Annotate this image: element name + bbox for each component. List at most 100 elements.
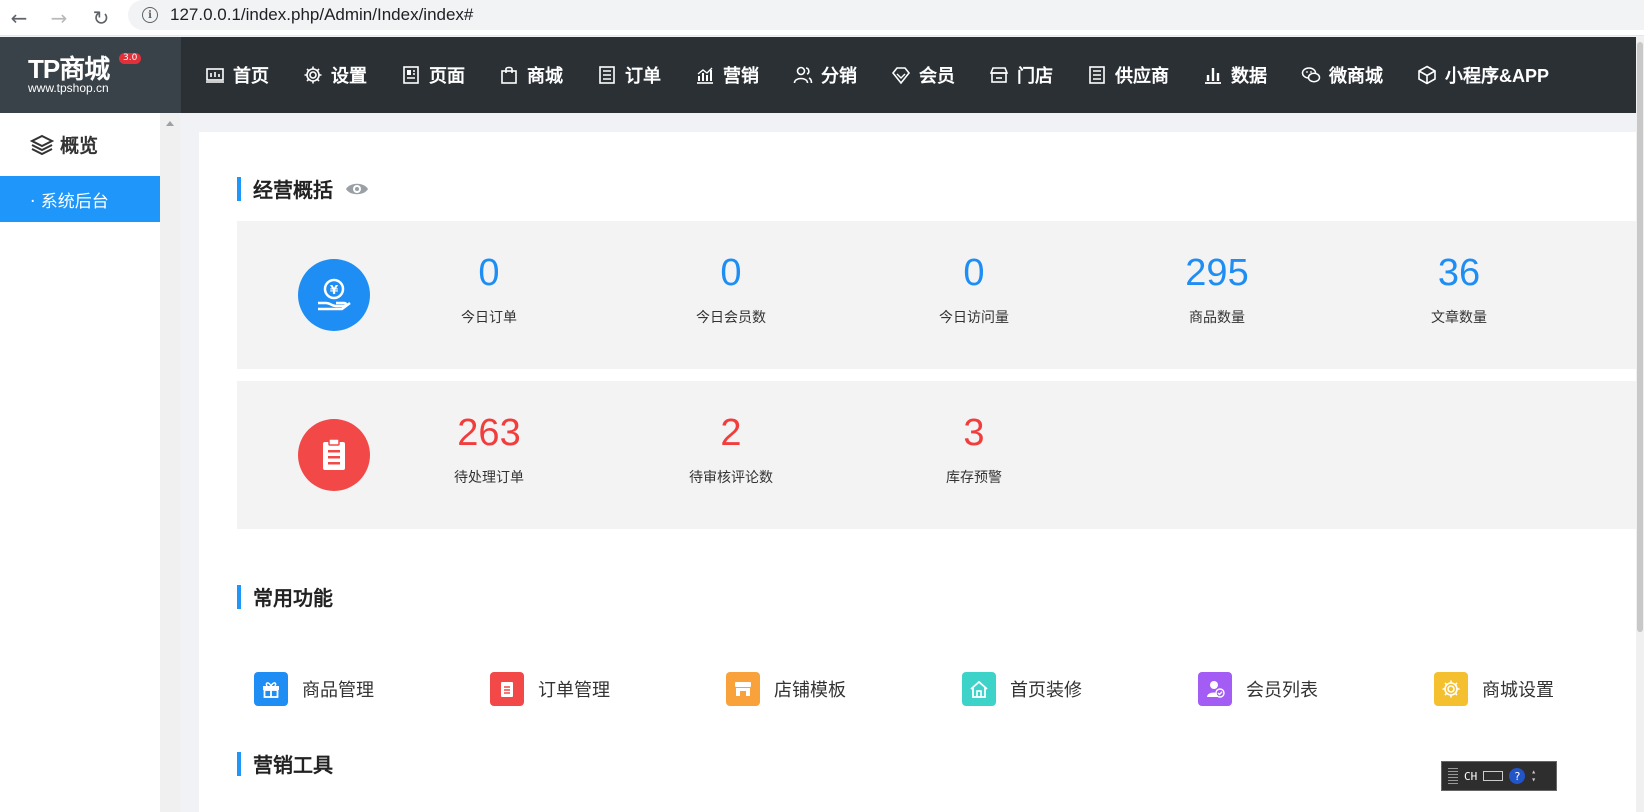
nav-item-label: 会员	[919, 66, 955, 86]
nav-item-8[interactable]: 门店	[989, 62, 1053, 88]
quick-item-5[interactable]: 商城设置	[1434, 672, 1554, 706]
nav-item-10[interactable]: 数据	[1203, 62, 1267, 88]
nav-item-label: 小程序&APP	[1445, 66, 1550, 86]
title-accent-bar	[237, 176, 241, 201]
scrollbar-thumb[interactable]	[1637, 42, 1643, 632]
reload-icon[interactable]: ↻	[86, 3, 116, 33]
quick-item-4[interactable]: 会员列表	[1198, 672, 1318, 706]
quick-functions: 商品管理 订单管理 店铺模板 首页装修 会员列表 商城设置	[254, 672, 1634, 712]
bar-chart-icon	[1203, 65, 1223, 85]
overview-title-text: 经营概括	[253, 178, 333, 202]
stat-row1-3[interactable]: 295 商品数量	[1137, 251, 1297, 327]
svg-text:¥: ¥	[330, 283, 339, 297]
title-accent-bar	[237, 751, 241, 776]
quick-item-0[interactable]: 商品管理	[254, 672, 374, 706]
list-icon	[1087, 65, 1107, 85]
page-scrollbar[interactable]	[1636, 37, 1644, 812]
quick-item-label: 商城设置	[1482, 680, 1554, 701]
stat-value: 0	[963, 252, 985, 294]
main-content: 经营概括 ¥ 0 今日订单 0 今日会员数 0 今日访问量 295 商品数量 36 文章数量 26…	[199, 132, 1636, 812]
keyboard-icon[interactable]	[1483, 771, 1504, 781]
shop-icon	[726, 672, 760, 706]
stat-label: 库存预警	[946, 470, 1002, 486]
sidebar-item-system[interactable]: · 系统后台	[0, 176, 160, 222]
stat-value: 2	[720, 412, 742, 454]
stat-label: 今日订单	[461, 310, 517, 326]
stat-row2-1[interactable]: 2 待审核评论数	[651, 411, 811, 487]
ime-language[interactable]: CH	[1464, 770, 1477, 783]
browser-toolbar: ← → ↻ i 127.0.0.1/index.php/Admin/Index/…	[0, 0, 1644, 36]
ime-toolbar[interactable]: CH ? ▴ ▾	[1441, 761, 1557, 791]
back-icon[interactable]: ←	[4, 3, 34, 33]
nav-item-label: 数据	[1231, 66, 1267, 86]
diamond-icon	[891, 65, 911, 85]
bag-icon	[499, 65, 519, 85]
nav-item-12[interactable]: 小程序&APP	[1417, 62, 1549, 88]
stat-row2-2[interactable]: 3 库存预警	[894, 411, 1054, 487]
address-bar[interactable]: i 127.0.0.1/index.php/Admin/Index/index#	[128, 0, 1644, 30]
version-badge: 3.0	[119, 53, 142, 64]
options-arrows-icon[interactable]: ▴ ▾	[1531, 768, 1536, 784]
stat-row2-0[interactable]: 263 待处理订单	[409, 411, 569, 487]
cube-icon	[1417, 65, 1437, 85]
quick-item-label: 订单管理	[538, 680, 610, 701]
stat-value: 0	[478, 252, 500, 294]
clipboard-icon	[490, 672, 524, 706]
gift-icon	[254, 672, 288, 706]
scroll-up-icon[interactable]	[166, 121, 174, 126]
eye-icon[interactable]	[345, 177, 369, 201]
nav-item-7[interactable]: 会员	[891, 62, 955, 88]
logo-domain: www.tpshop.cn	[28, 81, 109, 95]
nav-item-5[interactable]: 营销	[695, 62, 759, 88]
grip-icon[interactable]	[1448, 768, 1458, 784]
stat-label: 文章数量	[1431, 310, 1487, 326]
user-check-icon	[1198, 672, 1232, 706]
forward-icon[interactable]: →	[44, 3, 74, 33]
title-accent-bar	[237, 584, 241, 609]
nav-item-3[interactable]: 商城	[499, 62, 563, 88]
stat-label: 今日访问量	[939, 310, 1009, 326]
sidebar-scrollbar[interactable]	[160, 113, 180, 812]
quick-item-label: 会员列表	[1246, 680, 1318, 701]
app-header: TP商城 3.0 www.tpshop.cn 首页 设置 页面 商城 订单 营销 分销 会员 门…	[0, 37, 1636, 113]
wechat-icon	[1301, 65, 1321, 85]
stat-row1-4[interactable]: 36 文章数量	[1379, 251, 1539, 327]
chart-icon	[695, 65, 715, 85]
nav-item-9[interactable]: 供应商	[1087, 62, 1169, 88]
quick-item-1[interactable]: 订单管理	[490, 672, 610, 706]
sidebar-title-label: 概览	[60, 135, 99, 157]
help-icon[interactable]: ?	[1509, 768, 1526, 784]
sidebar: 概览 · 系统后台	[0, 113, 160, 812]
money-hand-icon: ¥	[298, 259, 370, 331]
nav-item-0[interactable]: 首页	[205, 62, 269, 88]
users-icon	[793, 65, 813, 85]
logo[interactable]: TP商城 3.0 www.tpshop.cn	[0, 37, 181, 113]
stat-row1-0[interactable]: 0 今日订单	[409, 251, 569, 327]
list-icon	[597, 65, 617, 85]
quick-item-label: 商品管理	[302, 680, 374, 701]
nav-item-6[interactable]: 分销	[793, 62, 857, 88]
stat-value: 36	[1437, 252, 1481, 294]
nav-item-11[interactable]: 微商城	[1301, 62, 1383, 88]
stat-label: 今日会员数	[696, 310, 766, 326]
nav-item-label: 供应商	[1115, 66, 1169, 86]
page-icon	[401, 65, 421, 85]
stat-row1-1[interactable]: 0 今日会员数	[651, 251, 811, 327]
nav-item-2[interactable]: 页面	[401, 62, 465, 88]
sidebar-title[interactable]: 概览	[30, 131, 98, 158]
address-url[interactable]: 127.0.0.1/index.php/Admin/Index/index#	[170, 5, 473, 25]
overview-title: 经营概括	[237, 174, 369, 203]
stat-row1-2[interactable]: 0 今日访问量	[894, 251, 1054, 327]
quick-item-label: 店铺模板	[774, 680, 846, 701]
nav-item-1[interactable]: 设置	[303, 62, 367, 88]
nav-item-label: 分销	[821, 66, 857, 86]
quick-item-label: 首页装修	[1010, 680, 1082, 701]
nav-item-4[interactable]: 订单	[597, 62, 661, 88]
stat-label: 商品数量	[1189, 310, 1245, 326]
site-info-icon[interactable]: i	[142, 7, 158, 23]
nav-item-label: 营销	[723, 66, 759, 86]
quick-item-2[interactable]: 店铺模板	[726, 672, 846, 706]
nav-item-label: 页面	[429, 66, 465, 86]
stat-value: 3	[963, 412, 985, 454]
quick-item-3[interactable]: 首页装修	[962, 672, 1082, 706]
